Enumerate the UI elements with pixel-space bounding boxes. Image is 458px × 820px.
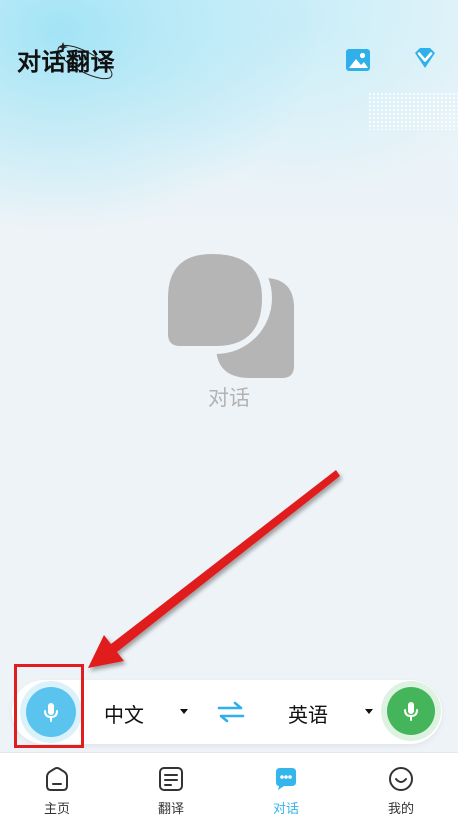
nav-item-profile[interactable]: 我的 [344, 753, 458, 820]
nav-item-translate[interactable]: 翻译 [114, 753, 228, 820]
home-icon [46, 767, 68, 791]
nav-label-dialogue: 对话 [272, 802, 299, 817]
swap-arrows-icon[interactable] [216, 700, 246, 724]
chat-bubbles-icon [164, 250, 294, 378]
target-mic-button[interactable] [387, 687, 435, 735]
image-translate-button[interactable] [342, 44, 374, 76]
image-icon [346, 49, 370, 71]
chat-icon [276, 768, 296, 790]
nav-item-dialogue[interactable]: 对话 [229, 753, 343, 820]
bottom-navigation: 主页 翻译 对话 我的 [0, 752, 458, 820]
empty-state: 对话 [0, 250, 458, 420]
diamond-icon [415, 48, 435, 68]
vip-button[interactable] [409, 44, 441, 76]
target-language-selector[interactable]: 英语 [288, 699, 328, 728]
nav-item-home[interactable]: 主页 [0, 753, 114, 820]
empty-state-label: 对话 [208, 386, 250, 410]
document-icon [159, 767, 183, 791]
nav-label-profile: 我的 [387, 802, 414, 817]
nav-label-translate: 翻译 [157, 802, 184, 817]
decorative-dots [368, 92, 458, 130]
annotation-highlight-box [14, 664, 84, 748]
page-title: 对话翻译 [17, 48, 115, 76]
nav-label-home: 主页 [43, 802, 70, 817]
source-language-selector[interactable]: 中文 [104, 699, 144, 728]
source-language-dropdown-icon[interactable] [180, 709, 188, 714]
microphone-icon [404, 702, 418, 721]
smile-icon [389, 767, 413, 791]
target-language-dropdown-icon[interactable] [365, 709, 373, 714]
